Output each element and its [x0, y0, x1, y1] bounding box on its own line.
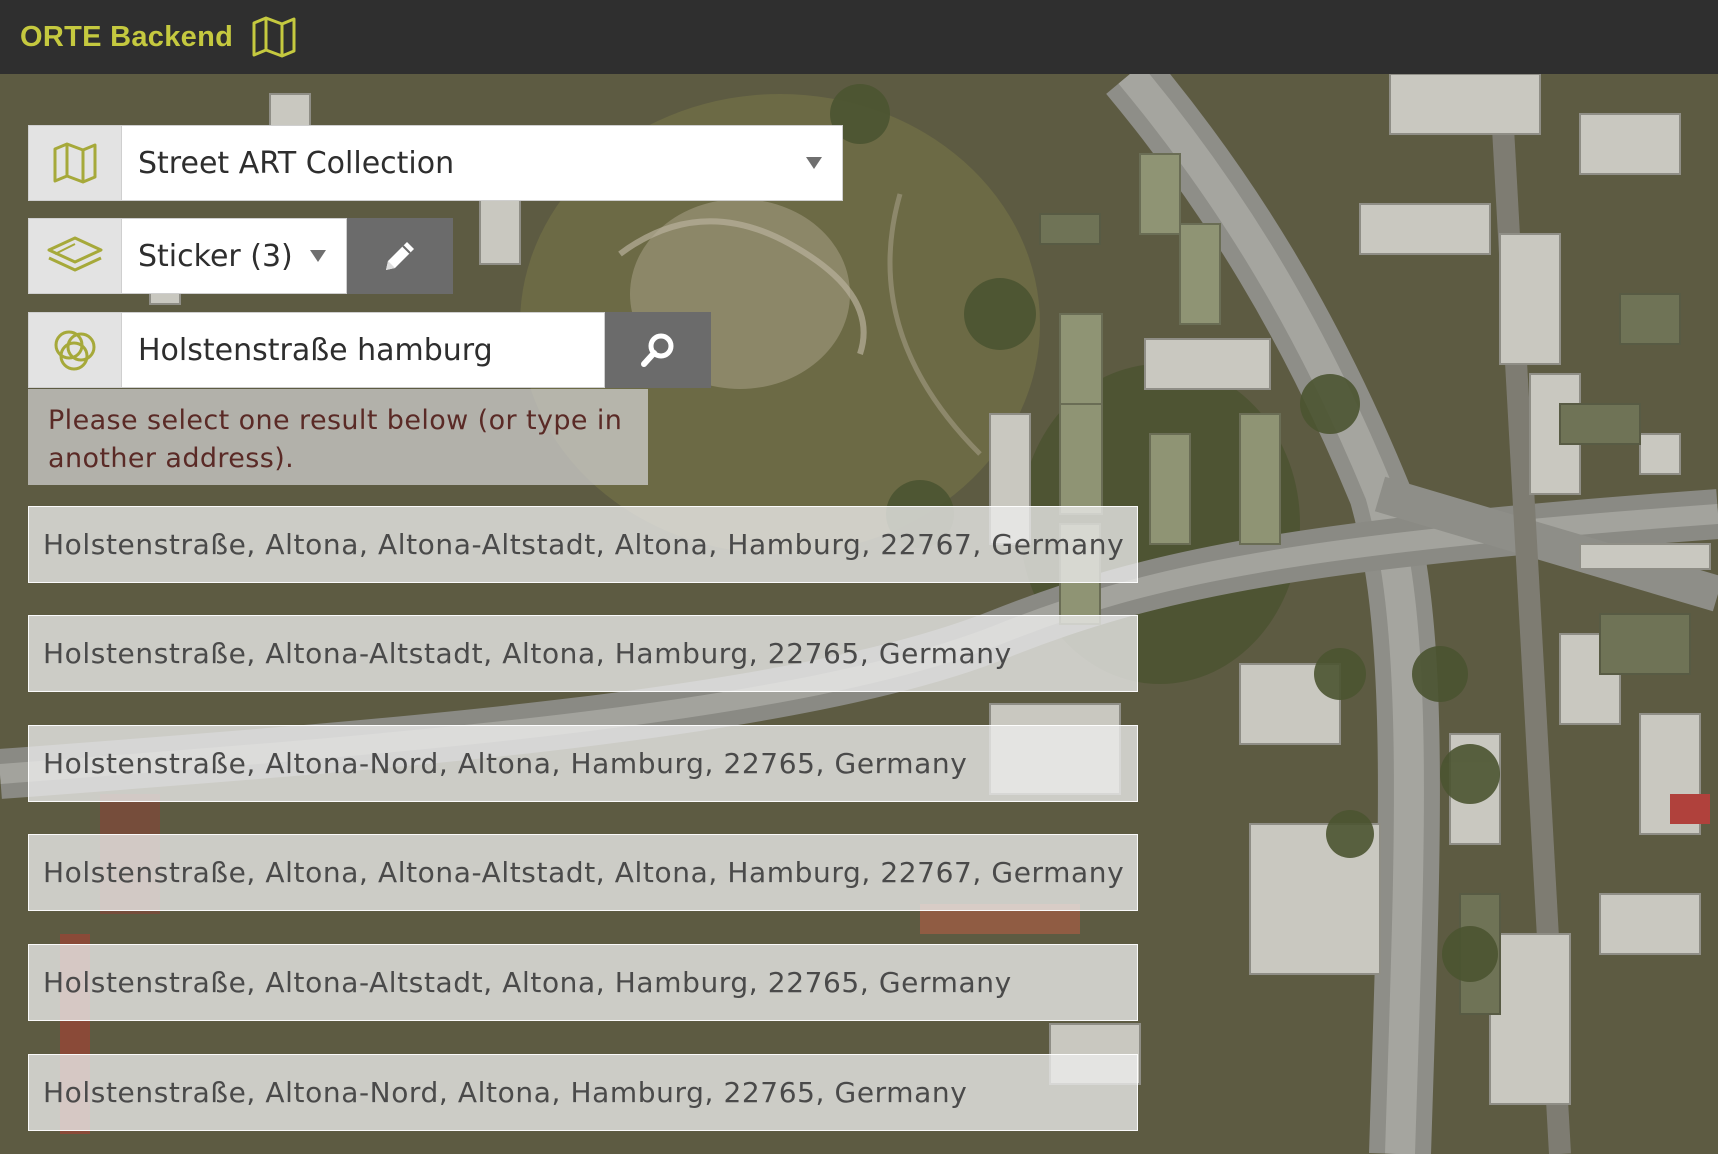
- address-result-label: Holstenstraße, Altona-Nord, Altona, Hamb…: [43, 1076, 968, 1109]
- address-result[interactable]: Holstenstraße, Altona-Altstadt, Altona, …: [28, 944, 1138, 1021]
- address-result[interactable]: Holstenstraße, Altona-Nord, Altona, Hamb…: [28, 725, 1138, 802]
- search-icon: [641, 333, 674, 367]
- chevron-down-icon: [310, 250, 326, 262]
- address-result[interactable]: Holstenstraße, Altona, Altona-Altstadt, …: [28, 506, 1138, 583]
- address-result[interactable]: Holstenstraße, Altona-Altstadt, Altona, …: [28, 615, 1138, 692]
- edit-layer-button[interactable]: [347, 218, 453, 294]
- layer-icon-box: [28, 218, 122, 294]
- address-result-label: Holstenstraße, Altona-Nord, Altona, Hamb…: [43, 747, 968, 780]
- collection-select[interactable]: Street ART Collection: [121, 125, 843, 201]
- location-icon-box: [28, 312, 122, 388]
- address-result-label: Holstenstraße, Altona, Altona-Altstadt, …: [43, 528, 1125, 561]
- collection-select-value: Street ART Collection: [138, 145, 455, 181]
- search-hint: Please select one result below (or type …: [28, 389, 648, 485]
- address-result[interactable]: Holstenstraße, Altona-Nord, Altona, Hamb…: [28, 1054, 1138, 1131]
- address-search-input[interactable]: Holstenstraße hamburg: [121, 312, 605, 388]
- map-icon: [252, 16, 296, 58]
- address-result-label: Holstenstraße, Altona-Altstadt, Altona, …: [43, 966, 1012, 999]
- address-result-label: Holstenstraße, Altona, Altona-Altstadt, …: [43, 856, 1125, 889]
- layer-select-value: Sticker (3): [138, 238, 293, 274]
- chevron-down-icon: [806, 157, 822, 169]
- address-search-value: Holstenstraße hamburg: [138, 332, 493, 368]
- collection-icon-box: [28, 125, 122, 201]
- layer-select[interactable]: Sticker (3): [121, 218, 347, 294]
- address-result[interactable]: Holstenstraße, Altona, Altona-Altstadt, …: [28, 834, 1138, 911]
- layers-icon: [47, 236, 103, 272]
- circles-icon: [54, 330, 96, 371]
- app-title[interactable]: ORTE Backend: [20, 21, 233, 54]
- top-bar: ORTE Backend: [0, 0, 1718, 74]
- address-result-label: Holstenstraße, Altona-Altstadt, Altona, …: [43, 637, 1012, 670]
- pencil-icon: [386, 242, 414, 270]
- map-icon: [53, 142, 97, 184]
- search-button[interactable]: [605, 312, 711, 388]
